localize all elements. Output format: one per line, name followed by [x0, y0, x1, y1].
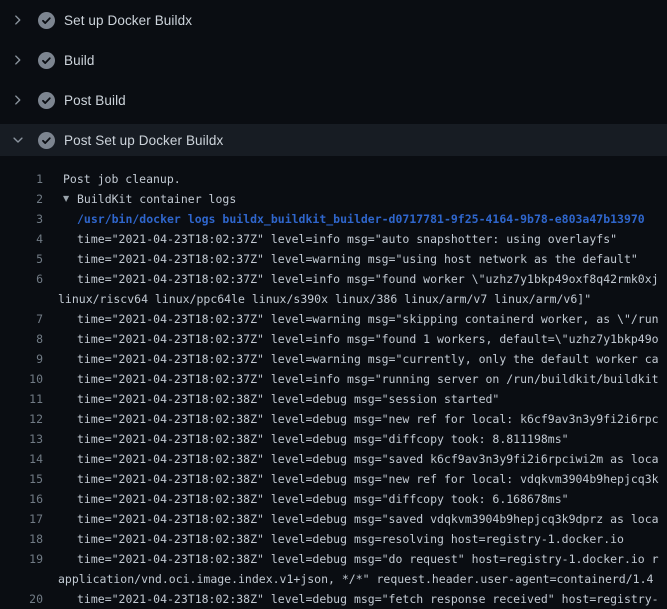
log-text: time="2021-04-23T18:02:38Z" level=debug … [43, 469, 659, 489]
log-line: 8 time="2021-04-23T18:02:37Z" level=info… [0, 329, 667, 349]
log-line: 2 ▼ BuildKit container logs [0, 189, 667, 209]
log-text: time="2021-04-23T18:02:37Z" level=warnin… [43, 249, 638, 269]
log-text: time="2021-04-23T18:02:38Z" level=debug … [43, 549, 659, 569]
chevron-down-icon [11, 133, 25, 147]
log-line: 13 time="2021-04-23T18:02:38Z" level=deb… [0, 429, 667, 449]
line-number[interactable]: 17 [0, 509, 43, 529]
workflow-steps-list: Set up Docker Buildx Build Post Build Po… [0, 0, 667, 160]
check-circle-icon [38, 12, 55, 29]
line-number[interactable]: 13 [0, 429, 43, 449]
log-line: 10 time="2021-04-23T18:02:37Z" level=inf… [0, 369, 667, 389]
log-text: BuildKit container logs [77, 189, 236, 209]
log-line: 5 time="2021-04-23T18:02:37Z" level=warn… [0, 249, 667, 269]
group-caret-icon[interactable]: ▼ [63, 189, 77, 209]
chevron-right-icon [11, 13, 25, 27]
log-line: 7 time="2021-04-23T18:02:37Z" level=warn… [0, 309, 667, 329]
log-text: time="2021-04-23T18:02:38Z" level=debug … [43, 389, 499, 409]
log-text: time="2021-04-23T18:02:37Z" level=info m… [43, 329, 659, 349]
line-number[interactable]: 3 [0, 209, 43, 229]
log-line: 4 time="2021-04-23T18:02:37Z" level=info… [0, 229, 667, 249]
step-row-build[interactable]: Build [0, 40, 667, 80]
line-number[interactable]: 16 [0, 489, 43, 509]
log-line: 18 time="2021-04-23T18:02:38Z" level=deb… [0, 529, 667, 549]
log-line: 14 time="2021-04-23T18:02:38Z" level=deb… [0, 449, 667, 469]
log-line: 1 Post job cleanup. [0, 169, 667, 189]
log-text: time="2021-04-23T18:02:38Z" level=debug … [43, 409, 659, 429]
line-number[interactable] [0, 569, 43, 589]
step-title: Build [64, 53, 95, 68]
log-line: 20 time="2021-04-23T18:02:38Z" level=deb… [0, 589, 667, 609]
log-area: 1 Post job cleanup. 2 ▼ BuildKit contain… [0, 160, 667, 609]
step-title: Post Set up Docker Buildx [64, 133, 223, 148]
line-number[interactable]: 5 [0, 249, 43, 269]
log-line: 16 time="2021-04-23T18:02:38Z" level=deb… [0, 489, 667, 509]
step-title: Set up Docker Buildx [64, 13, 192, 28]
log-line: 19 time="2021-04-23T18:02:38Z" level=deb… [0, 549, 667, 569]
log-text: time="2021-04-23T18:02:37Z" level=info m… [43, 269, 659, 289]
log-line: 6 time="2021-04-23T18:02:37Z" level=info… [0, 269, 667, 289]
check-circle-icon [38, 52, 55, 69]
line-number[interactable]: 12 [0, 409, 43, 429]
line-number[interactable]: 20 [0, 589, 43, 609]
log-line: 15 time="2021-04-23T18:02:38Z" level=deb… [0, 469, 667, 489]
log-line: 9 time="2021-04-23T18:02:37Z" level=warn… [0, 349, 667, 369]
line-number[interactable]: 9 [0, 349, 43, 369]
step-row-post-set-up-docker-buildx[interactable]: Post Set up Docker Buildx [0, 120, 667, 160]
line-number[interactable]: 11 [0, 389, 43, 409]
step-title: Post Build [64, 93, 126, 108]
step-row-post-build[interactable]: Post Build [0, 80, 667, 120]
log-text: time="2021-04-23T18:02:38Z" level=debug … [43, 509, 659, 529]
log-line: application/vnd.oci.image.index.v1+json,… [0, 569, 667, 589]
chevron-right-icon [11, 93, 25, 107]
log-text: time="2021-04-23T18:02:38Z" level=debug … [43, 429, 569, 449]
line-number[interactable]: 4 [0, 229, 43, 249]
line-number[interactable]: 14 [0, 449, 43, 469]
log-text: time="2021-04-23T18:02:37Z" level=info m… [43, 229, 617, 249]
log-text: time="2021-04-23T18:02:38Z" level=debug … [43, 589, 659, 609]
log-text: time="2021-04-23T18:02:37Z" level=warnin… [43, 349, 659, 369]
check-circle-icon [38, 92, 55, 109]
line-number[interactable]: 15 [0, 469, 43, 489]
log-line: 3 /usr/bin/docker logs buildx_buildkit_b… [0, 209, 667, 229]
log-line: linux/riscv64 linux/ppc64le linux/s390x … [0, 289, 667, 309]
log-text: application/vnd.oci.image.index.v1+json,… [43, 569, 653, 589]
log-line: 11 time="2021-04-23T18:02:38Z" level=deb… [0, 389, 667, 409]
log-text: time="2021-04-23T18:02:38Z" level=debug … [43, 489, 569, 509]
line-number[interactable]: 1 [0, 169, 43, 189]
log-text: time="2021-04-23T18:02:38Z" level=debug … [43, 529, 624, 549]
line-number[interactable]: 10 [0, 369, 43, 389]
check-circle-icon [38, 132, 55, 149]
log-line: 12 time="2021-04-23T18:02:38Z" level=deb… [0, 409, 667, 429]
log-line: 17 time="2021-04-23T18:02:38Z" level=deb… [0, 509, 667, 529]
line-number[interactable]: 8 [0, 329, 43, 349]
line-number[interactable]: 2 [0, 189, 43, 209]
log-text: time="2021-04-23T18:02:37Z" level=warnin… [43, 309, 659, 329]
log-text: linux/riscv64 linux/ppc64le linux/s390x … [43, 289, 591, 309]
line-number[interactable]: 18 [0, 529, 43, 549]
line-number[interactable]: 19 [0, 549, 43, 569]
log-text: time="2021-04-23T18:02:37Z" level=info m… [43, 369, 659, 389]
line-number[interactable]: 7 [0, 309, 43, 329]
line-number[interactable] [0, 289, 43, 309]
line-number[interactable]: 6 [0, 269, 43, 289]
log-text: time="2021-04-23T18:02:38Z" level=debug … [43, 449, 659, 469]
chevron-right-icon [11, 53, 25, 67]
step-row-set-up-docker-buildx[interactable]: Set up Docker Buildx [0, 0, 667, 40]
log-text: Post job cleanup. [43, 169, 181, 189]
log-text: /usr/bin/docker logs buildx_buildkit_bui… [43, 209, 645, 229]
